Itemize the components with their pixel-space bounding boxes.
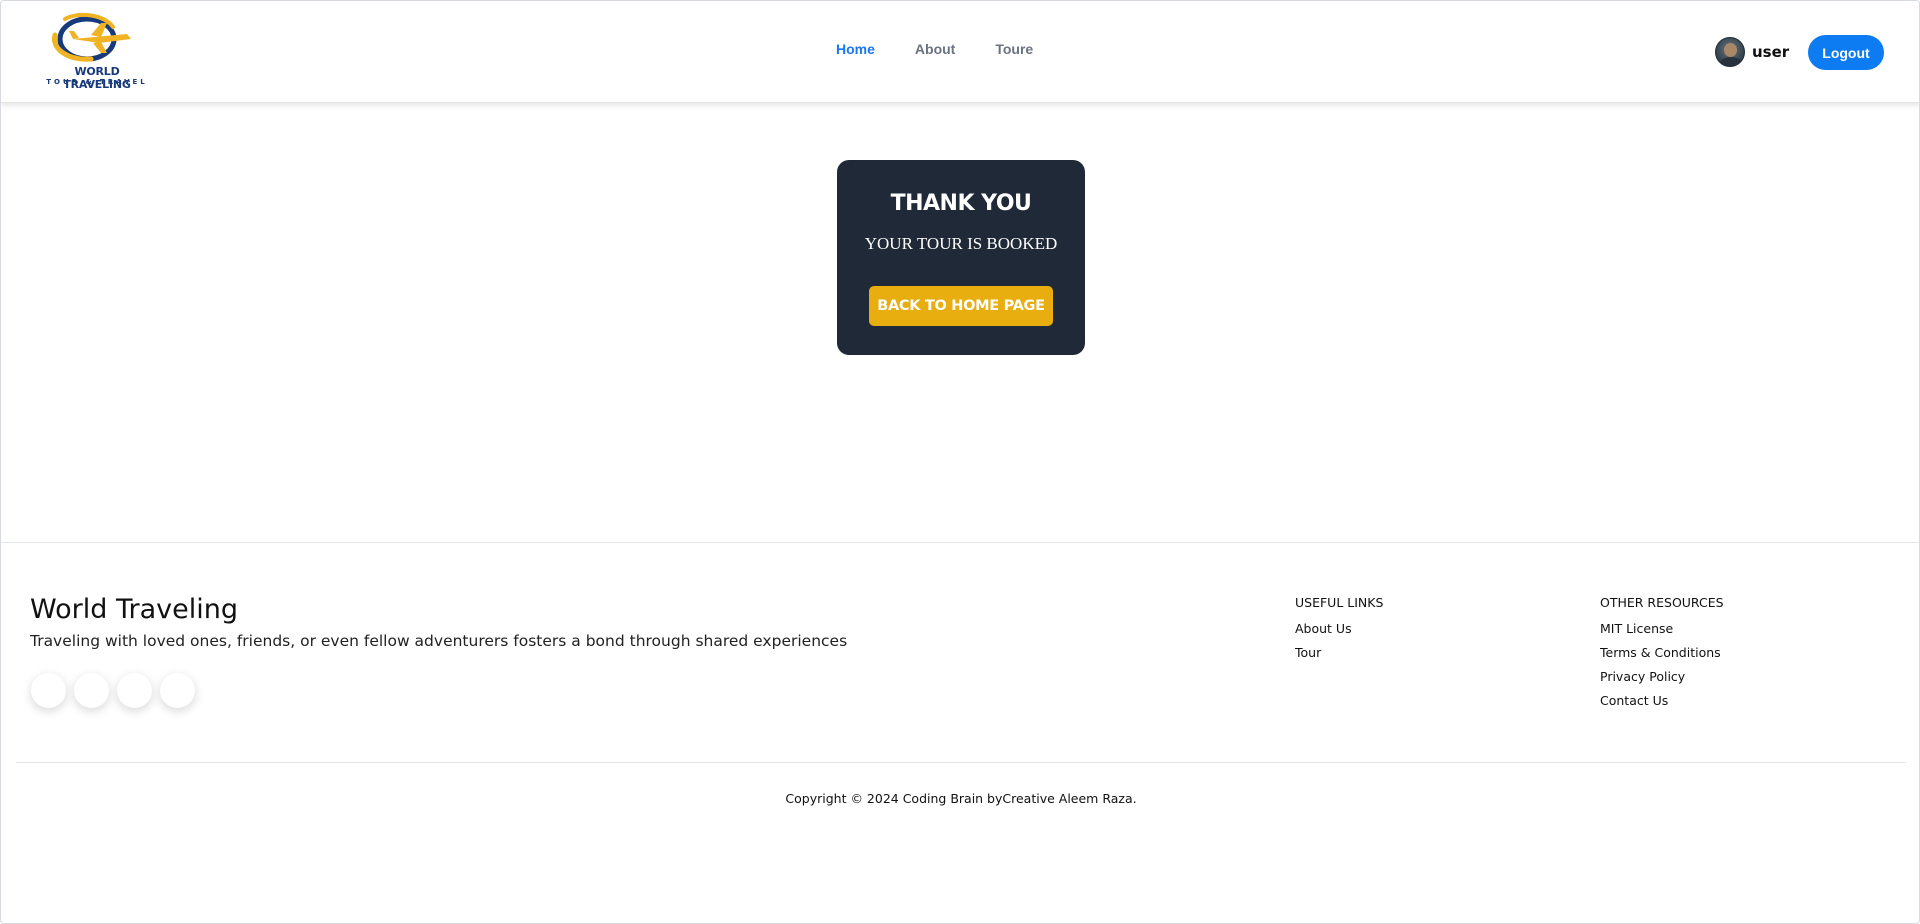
copyright-divider (16, 762, 1906, 763)
other-resources-heading: OTHER RESOURCES (1600, 595, 1724, 610)
confirmation-title: THANK YOU (890, 191, 1032, 216)
nav-home[interactable]: Home (836, 41, 875, 57)
site-header: WORLD TRAVELING TOUR & TRAVEL Home About… (1, 1, 1919, 103)
booking-confirmation-card: THANK YOU YOUR TOUR IS BOOKED BACK TO HO… (837, 160, 1085, 355)
back-to-home-button[interactable]: BACK TO HOME PAGE (869, 286, 1053, 326)
page-frame: WORLD TRAVELING TOUR & TRAVEL Home About… (0, 0, 1920, 924)
social-links (31, 673, 195, 708)
nav-about[interactable]: About (915, 41, 955, 57)
footer-description: Traveling with loved ones, friends, or e… (30, 632, 848, 650)
user-avatar-icon[interactable] (1715, 37, 1745, 67)
footer-link-about-us[interactable]: About Us (1295, 621, 1383, 636)
footer-link-privacy[interactable]: Privacy Policy (1600, 669, 1724, 684)
footer-link-tour[interactable]: Tour (1295, 645, 1383, 660)
footer-link-mit-license[interactable]: MIT License (1600, 621, 1724, 636)
useful-links-heading: USEFUL LINKS (1295, 595, 1384, 610)
useful-links-column: USEFUL LINKS About Us Tour (1295, 595, 1383, 669)
footer-title: World Traveling (30, 594, 238, 625)
social-icon-4[interactable] (160, 673, 195, 708)
copyright-text: Copyright © 2024 Coding Brain byCreative… (785, 791, 1137, 806)
logo-subtitle: TOUR & TRAVEL (46, 78, 148, 86)
confirmation-subtitle: YOUR TOUR IS BOOKED (864, 234, 1058, 253)
user-name: user (1752, 43, 1790, 61)
footer-divider (1, 542, 1919, 543)
social-icon-3[interactable] (117, 673, 152, 708)
other-resources-column: OTHER RESOURCES MIT License Terms & Cond… (1600, 595, 1724, 717)
nav-toure[interactable]: Toure (995, 41, 1033, 57)
logout-button[interactable]: Logout (1808, 35, 1884, 70)
main-nav: Home About Toure (836, 41, 1033, 57)
footer-link-contact[interactable]: Contact Us (1600, 693, 1724, 708)
footer-link-terms[interactable]: Terms & Conditions (1600, 645, 1724, 660)
social-icon-2[interactable] (74, 673, 109, 708)
social-icon-1[interactable] (31, 673, 66, 708)
